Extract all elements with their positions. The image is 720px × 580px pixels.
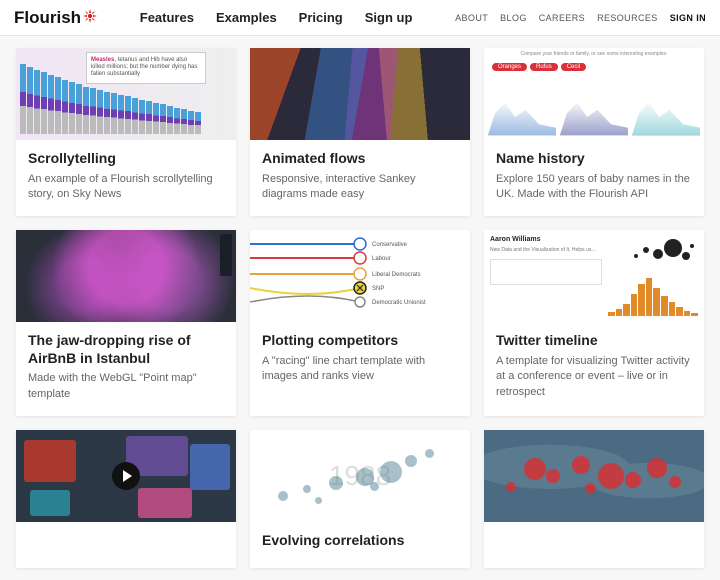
svg-text:Liberal Democrats: Liberal Democrats [372, 272, 421, 278]
nav-signin[interactable]: SIGN IN [670, 13, 706, 23]
svg-text:Labour: Labour [372, 256, 391, 262]
thumbnail [16, 430, 236, 522]
nav-signup[interactable]: Sign up [365, 10, 413, 25]
thumbnail: Measles, tetanus and Hib have also kille… [16, 48, 236, 140]
card-title: Twitter timeline [496, 332, 692, 350]
svg-text:Conservative: Conservative [372, 242, 408, 248]
thumbnail [16, 230, 236, 322]
thumbnail: 1988 [250, 430, 470, 522]
examples-grid-section: Measles, tetanus and Hib have also kille… [0, 36, 720, 580]
nav-blog[interactable]: BLOG [500, 13, 527, 23]
card-body: The jaw-dropping rise of AirBnB in Istan… [16, 322, 236, 416]
card-desc: Made with the WebGL "Point map" template [28, 371, 224, 402]
card-body: Plotting competitors A "racing" line cha… [250, 322, 470, 398]
example-card-animated-flows[interactable]: Animated flows Responsive, interactive S… [250, 48, 470, 216]
examples-grid: Measles, tetanus and Hib have also kille… [16, 48, 704, 568]
card-title: The jaw-dropping rise of AirBnB in Istan… [28, 332, 224, 367]
logo-text: Flourish [14, 8, 81, 28]
svg-text:SNP: SNP [372, 286, 384, 292]
card-title: Evolving correlations [262, 532, 458, 550]
example-card-scrollytelling[interactable]: Measles, tetanus and Hib have also kille… [16, 48, 236, 216]
example-card-map[interactable] [484, 430, 704, 568]
example-card-twitter-timeline[interactable]: Aaron Williams New Data and the Visualiz… [484, 230, 704, 416]
example-card-airbnb[interactable]: The jaw-dropping rise of AirBnB in Istan… [16, 230, 236, 416]
example-card-video[interactable] [16, 430, 236, 568]
svg-text:Democratic Unionist: Democratic Unionist [372, 300, 426, 306]
logo-mark-icon [83, 9, 97, 23]
nav-about[interactable]: ABOUT [455, 13, 488, 23]
map-controls-icon [220, 234, 232, 276]
nav-resources[interactable]: RESOURCES [597, 13, 658, 23]
card-title: Animated flows [262, 150, 458, 168]
example-card-evolving-correlations[interactable]: 1988 Evolving correlations [250, 430, 470, 568]
nav-careers[interactable]: CAREERS [539, 13, 585, 23]
card-desc: A template for visualizing Twitter activ… [496, 354, 692, 400]
chart-tooltip: Measles, tetanus and Hib have also kille… [86, 52, 206, 84]
thumbnail [250, 48, 470, 140]
play-icon[interactable] [112, 462, 140, 490]
example-card-plotting-competitors[interactable]: Conservative Labour Liberal Democrats SN… [250, 230, 470, 416]
card-desc: An example of a Flourish scrollytelling … [28, 172, 224, 203]
thumbnail: Conservative Labour Liberal Democrats SN… [250, 230, 470, 322]
header: Flourish Features Examples Pricing Sign … [0, 0, 720, 36]
card-desc: A "racing" line chart template with imag… [262, 354, 458, 385]
nav-secondary: ABOUT BLOG CAREERS RESOURCES SIGN IN [455, 13, 706, 23]
card-body: Scrollytelling An example of a Flourish … [16, 140, 236, 216]
card-body: Name history Explore 150 years of baby n… [484, 140, 704, 216]
card-body: Animated flows Responsive, interactive S… [250, 140, 470, 216]
card-body: Twitter timeline A template for visualiz… [484, 322, 704, 414]
card-title: Name history [496, 150, 692, 168]
nav-features[interactable]: Features [140, 10, 194, 25]
nav-main: Features Examples Pricing Sign up [140, 10, 413, 25]
card-title: Scrollytelling [28, 150, 224, 168]
thumbnail: Aaron Williams New Data and the Visualiz… [484, 230, 704, 322]
card-desc: Explore 150 years of baby names in the U… [496, 172, 692, 203]
example-card-name-history[interactable]: Compare your friends or family, or see s… [484, 48, 704, 216]
card-body: Evolving correlations [250, 522, 470, 568]
nav-examples[interactable]: Examples [216, 10, 277, 25]
nav-pricing[interactable]: Pricing [299, 10, 343, 25]
thumbnail: Compare your friends or family, or see s… [484, 48, 704, 140]
thumbnail [484, 430, 704, 522]
logo[interactable]: Flourish [14, 8, 97, 28]
card-desc: Responsive, interactive Sankey diagrams … [262, 172, 458, 203]
card-title: Plotting competitors [262, 332, 458, 350]
